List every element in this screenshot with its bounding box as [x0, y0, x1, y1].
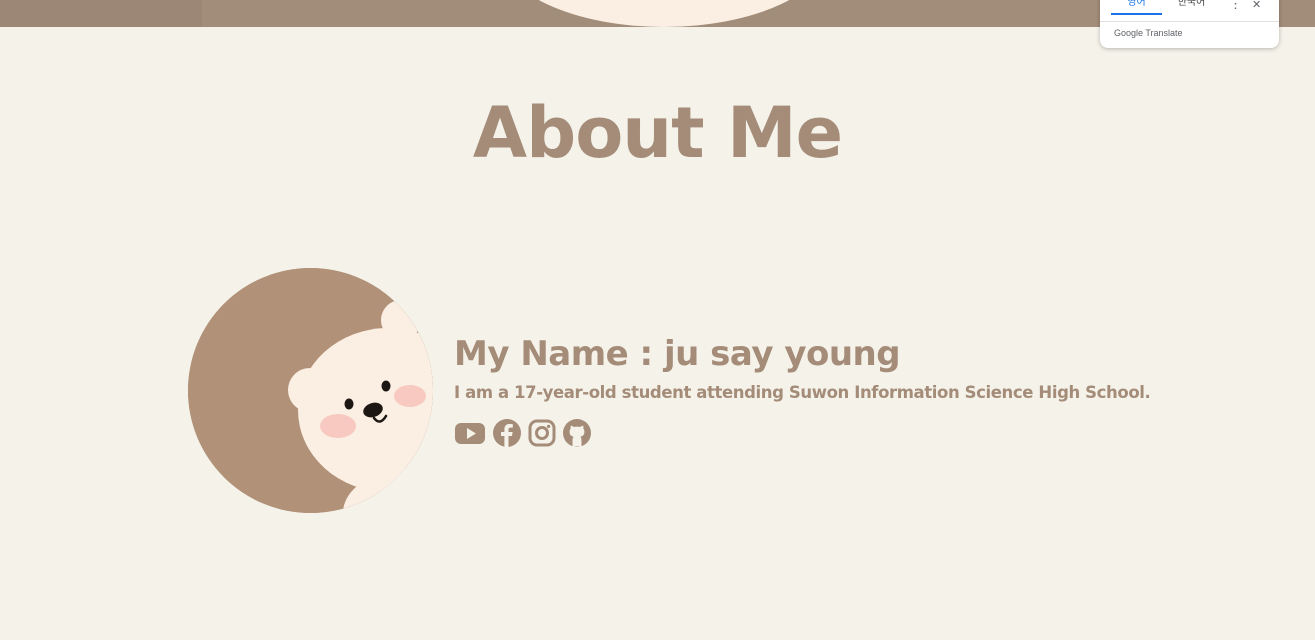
page-title: About Me	[472, 92, 843, 174]
profile-avatar	[188, 268, 433, 513]
facebook-icon	[493, 419, 521, 447]
translate-tab-source[interactable]: 영어	[1111, 0, 1162, 15]
facebook-link[interactable]	[492, 418, 522, 448]
github-link[interactable]	[562, 418, 592, 448]
close-icon[interactable]: ✕	[1252, 0, 1261, 12]
instagram-link[interactable]	[528, 419, 556, 447]
profile-description: I am a 17-year-old student attending Suw…	[454, 383, 1151, 402]
youtube-link[interactable]	[454, 418, 486, 448]
translate-footer: Google Translate	[1100, 21, 1279, 48]
google-translate-brand: Google Translate	[1114, 28, 1183, 38]
translate-tab-target[interactable]: 한국어	[1164, 0, 1219, 15]
youtube-icon	[455, 423, 485, 444]
more-options-icon[interactable]: ⋮	[1229, 0, 1242, 11]
social-links	[454, 418, 592, 448]
github-icon	[563, 419, 591, 447]
instagram-icon	[528, 419, 556, 447]
profile-name: My Name : ju say young	[454, 334, 901, 374]
google-translate-popup: 영어 한국어 ⋮ ✕ Google Translate	[1100, 0, 1279, 48]
bear-illustration	[188, 268, 433, 513]
banner-moon-shape	[498, 0, 830, 27]
banner-shade	[0, 0, 202, 27]
